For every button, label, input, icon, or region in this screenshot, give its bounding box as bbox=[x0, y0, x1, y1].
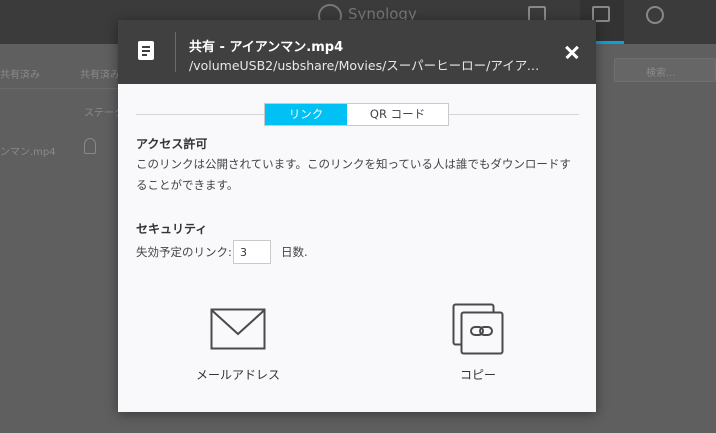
share-tabs: リンク QR コード bbox=[264, 103, 449, 126]
background-column-header: 共有済み bbox=[0, 70, 40, 81]
document-icon bbox=[138, 41, 154, 60]
clock-icon bbox=[646, 6, 664, 24]
tab-divider-right bbox=[449, 114, 579, 115]
background-file-name: ンマン.mp4 bbox=[0, 147, 56, 158]
expiry-unit: 日数. bbox=[281, 245, 308, 259]
copy-link-icon bbox=[452, 303, 504, 355]
background-search-placeholder: 検索... bbox=[646, 68, 676, 79]
share-dialog: 共有 - アイアンマン.mp4 /volumeUSB2/usbshare/Mov… bbox=[118, 20, 596, 412]
dialog-header: 共有 - アイアンマン.mp4 /volumeUSB2/usbshare/Mov… bbox=[118, 20, 596, 84]
tab-divider-left bbox=[136, 114, 264, 115]
access-section-title: アクセス許可 bbox=[136, 137, 208, 151]
security-section-title: セキュリティ bbox=[136, 222, 208, 236]
background-divider bbox=[0, 88, 118, 89]
file-path: /volumeUSB2/usbshare/Movies/スーパーヒーロー/アイア… bbox=[189, 58, 541, 73]
access-description: このリンクは公開されています。このリンクを知っている人は誰でもダウンロードするこ… bbox=[136, 157, 571, 192]
user-icon bbox=[84, 138, 96, 154]
tab-qr-code[interactable]: QR コード bbox=[347, 104, 448, 125]
email-button[interactable]: メールアドレス bbox=[178, 303, 298, 393]
dialog-title: 共有 - アイアンマン.mp4 bbox=[189, 40, 344, 55]
close-icon[interactable] bbox=[562, 42, 582, 62]
copy-label: コピー bbox=[459, 368, 496, 382]
header-separator bbox=[175, 32, 176, 72]
expiry-days-input[interactable] bbox=[233, 240, 271, 264]
expiry-label: 失効予定のリンク: bbox=[136, 245, 232, 259]
envelope-icon bbox=[210, 308, 266, 350]
tab-link[interactable]: リンク bbox=[265, 104, 347, 125]
copy-button[interactable]: コピー bbox=[418, 303, 538, 393]
email-label: メールアドレス bbox=[195, 368, 280, 382]
background-column-header: 共有済み bbox=[80, 70, 120, 81]
